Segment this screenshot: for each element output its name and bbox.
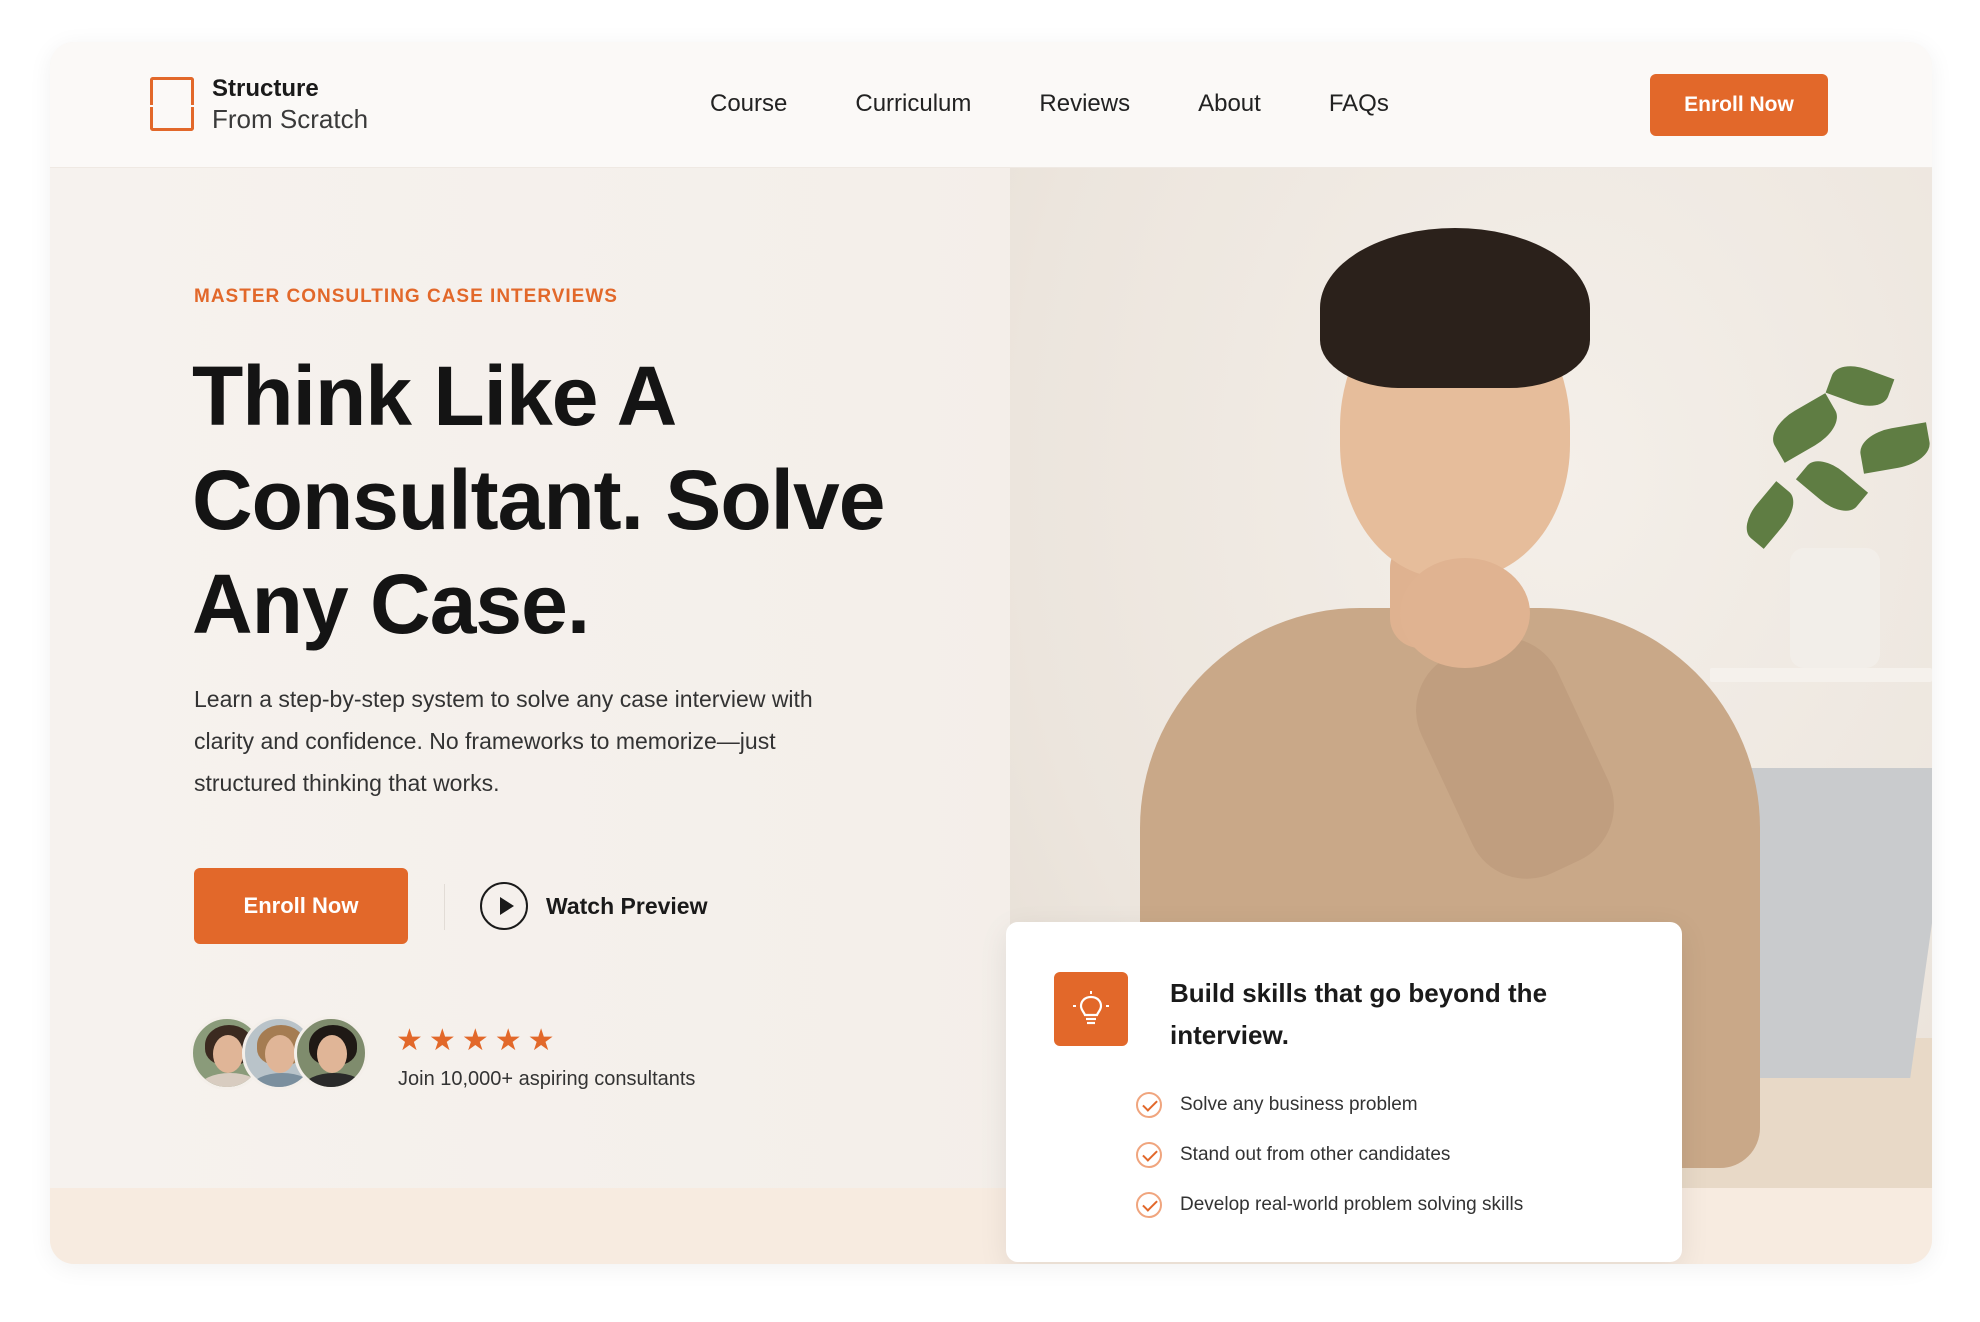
hero-eyebrow: MASTER CONSULTING CASE INTERVIEWS (194, 286, 618, 307)
benefit-list: Solve any business problem Stand out fro… (1136, 1080, 1524, 1230)
lightbulb-icon (1054, 972, 1128, 1046)
site-header: Structure From Scratch Course Curriculum… (50, 42, 1932, 168)
cta-divider (444, 884, 445, 930)
nav-item-reviews[interactable]: Reviews (1039, 90, 1130, 118)
star-icon: ★ (428, 1024, 456, 1057)
benefit-text: Solve any business problem (1180, 1094, 1418, 1115)
social-proof-text: Join 10,000+ aspiring consultants (398, 1068, 696, 1090)
header-enroll-button[interactable]: Enroll Now (1650, 74, 1828, 136)
list-item: Develop real-world problem solving skill… (1136, 1180, 1524, 1230)
star-icon: ★ (527, 1024, 555, 1057)
student-avatars (190, 1016, 368, 1090)
hero-headline: Think Like A Consultant. Solve Any Case. (192, 349, 885, 651)
benefit-text: Develop real-world problem solving skill… (1180, 1194, 1524, 1215)
nav-item-about[interactable]: About (1198, 90, 1261, 118)
avatar (294, 1016, 368, 1090)
main-nav: Course Curriculum Reviews About FAQs (710, 90, 1389, 118)
star-icon: ★ (461, 1024, 489, 1057)
list-item: Stand out from other candidates (1136, 1130, 1523, 1180)
card-title: Build skills that go beyond the intervie… (1170, 978, 1548, 1050)
hero-enroll-button[interactable]: Enroll Now (194, 868, 408, 944)
list-item: Solve any business problem (1136, 1080, 1523, 1130)
play-icon (480, 882, 528, 930)
benefits-card: Build skills that go beyond the intervie… (1006, 922, 1682, 1262)
star-icon: ★ (494, 1024, 522, 1057)
benefit-text: Stand out from other candidates (1180, 1144, 1451, 1165)
brand-name-line2: From Scratch (212, 104, 369, 134)
brand-name-line1: Structure (212, 75, 319, 102)
nav-item-faqs[interactable]: FAQs (1329, 90, 1389, 118)
check-icon (1136, 1092, 1162, 1118)
page-frame: Structure From Scratch Course Curriculum… (50, 42, 1932, 1264)
brand-name: Structure From Scratch (212, 74, 368, 134)
check-icon (1136, 1142, 1162, 1168)
check-icon (1136, 1192, 1162, 1218)
logo-mark-icon (150, 77, 194, 131)
watch-preview-label: Watch Preview (546, 892, 708, 919)
watch-preview-button[interactable]: Watch Preview (480, 882, 707, 930)
brand-logo[interactable]: Structure From Scratch (150, 74, 368, 134)
nav-item-course[interactable]: Course (710, 90, 787, 118)
nav-item-curriculum[interactable]: Curriculum (855, 90, 971, 118)
rating-stars: ★ ★ ★ ★ ★ (396, 1026, 561, 1056)
star-icon: ★ (396, 1024, 423, 1057)
hero-subtext: Learn a step-by-step system to solve any… (194, 686, 813, 796)
